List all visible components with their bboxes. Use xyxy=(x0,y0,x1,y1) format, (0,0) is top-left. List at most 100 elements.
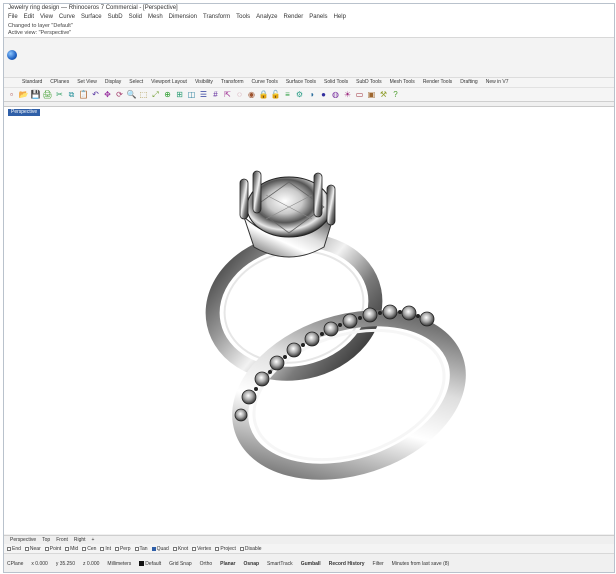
tab-cplanes[interactable]: CPlanes xyxy=(46,78,73,87)
status-gumball[interactable]: Gumball xyxy=(301,561,321,567)
osnap-point[interactable]: Point xyxy=(44,546,61,552)
ground-plane-icon[interactable]: ▭ xyxy=(354,89,365,100)
options-icon[interactable]: ⚒ xyxy=(378,89,389,100)
tab-visibility[interactable]: Visibility xyxy=(191,78,217,87)
status-record-history[interactable]: Record History xyxy=(329,561,365,567)
menu-subd[interactable]: SubD xyxy=(108,14,123,21)
tab-display[interactable]: Display xyxy=(101,78,125,87)
menu-help[interactable]: Help xyxy=(334,14,346,21)
copy-icon[interactable]: ⧉ xyxy=(66,89,77,100)
new-file-icon[interactable]: ▫ xyxy=(6,89,17,100)
save-icon[interactable]: 💾 xyxy=(30,89,41,100)
osnap-end[interactable]: End xyxy=(7,546,21,552)
osnap-knot[interactable]: Knot xyxy=(172,546,188,552)
osnap-checkbox[interactable] xyxy=(239,546,244,551)
open-icon[interactable]: 📂 xyxy=(18,89,29,100)
zoom-window-icon[interactable]: ⬚ xyxy=(138,89,149,100)
select-icon[interactable]: ⇱ xyxy=(222,89,233,100)
tab-select[interactable]: Select xyxy=(125,78,147,87)
osnap-int[interactable]: Int xyxy=(100,546,111,552)
help-icon[interactable]: ? xyxy=(390,89,401,100)
menu-file[interactable]: File xyxy=(8,14,18,21)
viewport-tab-right[interactable]: Right xyxy=(74,537,86,543)
tab-transform[interactable]: Transform xyxy=(217,78,248,87)
status-planar[interactable]: Planar xyxy=(220,561,235,567)
unlock-icon[interactable]: 🔓 xyxy=(270,89,281,100)
tab-drafting[interactable]: Drafting xyxy=(456,78,482,87)
layer-icon[interactable]: ≡ xyxy=(282,89,293,100)
tab-set-view[interactable]: Set View xyxy=(73,78,101,87)
osnap-checkbox[interactable] xyxy=(24,546,29,551)
status-layer[interactable]: Default xyxy=(139,561,161,567)
viewport-tab-perspective[interactable]: Perspective xyxy=(10,537,36,543)
hide-icon[interactable]: ◌ xyxy=(234,89,245,100)
properties-icon[interactable]: ⚙ xyxy=(294,89,305,100)
perspective-viewport[interactable]: Perspective xyxy=(4,106,614,534)
osnap-checkbox[interactable] xyxy=(192,546,197,551)
osnap-cen[interactable]: Cen xyxy=(82,546,96,552)
lock-icon[interactable]: 🔒 xyxy=(258,89,269,100)
zoom-extents-icon[interactable]: ⤢ xyxy=(150,89,161,100)
tab-mesh-tools[interactable]: Mesh Tools xyxy=(386,78,419,87)
osnap-near[interactable]: Near xyxy=(24,546,41,552)
menu-dimension[interactable]: Dimension xyxy=(169,14,197,21)
rotate-view-icon[interactable]: ⟳ xyxy=(114,89,125,100)
environment-icon[interactable]: ◍ xyxy=(330,89,341,100)
menu-tools[interactable]: Tools xyxy=(236,14,250,21)
menu-view[interactable]: View xyxy=(40,14,53,21)
cplane-icon[interactable]: ◫ xyxy=(186,89,197,100)
tab-viewport-layout[interactable]: Viewport Layout xyxy=(147,78,191,87)
menu-mesh[interactable]: Mesh xyxy=(148,14,163,21)
osnap-project[interactable]: Project xyxy=(215,546,236,552)
add-viewport-tab-button[interactable]: + xyxy=(92,537,95,543)
zoom-icon[interactable]: 🔍 xyxy=(126,89,137,100)
osnap-checkbox[interactable] xyxy=(44,546,49,551)
status-osnap[interactable]: Osnap xyxy=(243,561,259,567)
osnap-checkbox[interactable] xyxy=(172,546,177,551)
tab-solid-tools[interactable]: Solid Tools xyxy=(320,78,352,87)
render-icon[interactable]: ◑ xyxy=(306,89,317,100)
menu-curve[interactable]: Curve xyxy=(59,14,75,21)
osnap-disable[interactable]: Disable xyxy=(239,546,262,552)
osnap-vertex[interactable]: Vertex xyxy=(192,546,211,552)
tab-surface-tools[interactable]: Surface Tools xyxy=(282,78,320,87)
show-icon[interactable]: ◉ xyxy=(246,89,257,100)
viewport-tab-front[interactable]: Front xyxy=(56,537,68,543)
tab-render-tools[interactable]: Render Tools xyxy=(419,78,456,87)
osnap-checkbox[interactable] xyxy=(65,546,70,551)
material-icon[interactable]: ● xyxy=(318,89,329,100)
menu-solid[interactable]: Solid xyxy=(129,14,142,21)
snapshot-icon[interactable]: ▣ xyxy=(366,89,377,100)
tab-subd-tools[interactable]: SubD Tools xyxy=(352,78,385,87)
menu-surface[interactable]: Surface xyxy=(81,14,102,21)
osnap-checkbox[interactable] xyxy=(7,546,11,551)
grid-icon[interactable]: # xyxy=(210,89,221,100)
status-units[interactable]: Millimeters xyxy=(107,561,131,567)
osnap-mid[interactable]: Mid xyxy=(65,546,78,552)
tab-new-in-v7[interactable]: New in V7 xyxy=(482,78,513,87)
menu-edit[interactable]: Edit xyxy=(24,14,34,21)
status-filter[interactable]: Filter xyxy=(373,561,384,567)
osnap-checkbox[interactable] xyxy=(100,546,105,551)
status-cplane[interactable]: CPlane xyxy=(7,561,23,567)
osnap-checkbox[interactable] xyxy=(82,546,87,551)
cut-icon[interactable]: ✂ xyxy=(54,89,65,100)
osnap-tan[interactable]: Tan xyxy=(134,546,148,552)
menu-analyze[interactable]: Analyze xyxy=(256,14,277,21)
status-smarttrack[interactable]: SmartTrack xyxy=(267,561,293,567)
named-views-icon[interactable]: ☰ xyxy=(198,89,209,100)
4-views-icon[interactable]: ⊞ xyxy=(174,89,185,100)
menu-transform[interactable]: Transform xyxy=(203,14,230,21)
paste-icon[interactable]: 📋 xyxy=(78,89,89,100)
osnap-checkbox[interactable] xyxy=(134,546,139,551)
menu-render[interactable]: Render xyxy=(284,14,304,21)
tab-standard[interactable]: Standard xyxy=(18,78,46,87)
menu-panels[interactable]: Panels xyxy=(309,14,327,21)
command-prompt-area[interactable] xyxy=(4,38,614,78)
undo-icon[interactable]: ↶ xyxy=(90,89,101,100)
tab-curve-tools[interactable]: Curve Tools xyxy=(248,78,282,87)
status-ortho[interactable]: Ortho xyxy=(200,561,213,567)
print-icon[interactable]: 🖨 xyxy=(42,89,53,100)
osnap-checkbox[interactable] xyxy=(151,546,156,551)
viewport-tab-top[interactable]: Top xyxy=(42,537,50,543)
